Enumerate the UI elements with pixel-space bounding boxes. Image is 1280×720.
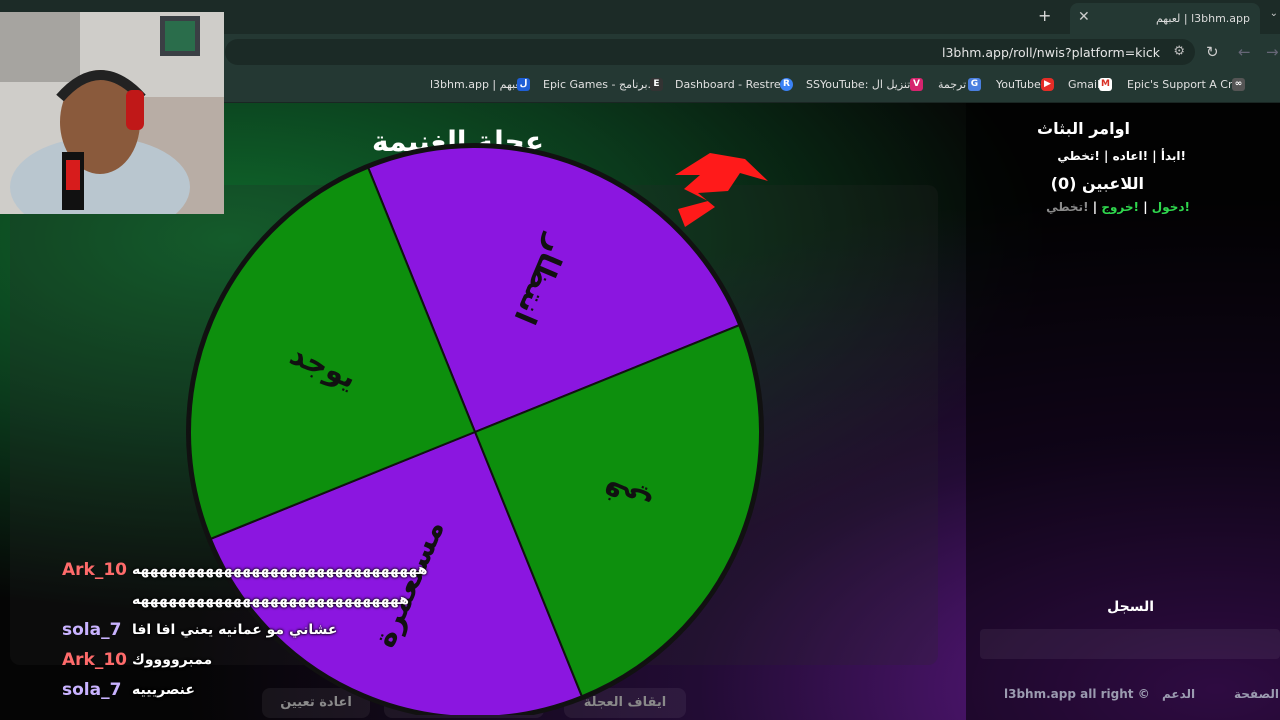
footer-copyright: l3bhm.app all right ©: [1004, 687, 1150, 701]
skip-command: !تخطي: [1046, 200, 1089, 214]
chat-username: sola_7: [62, 680, 122, 700]
players-count: اللاعبين (0): [1050, 174, 1144, 193]
reload-icon[interactable]: ↻: [1206, 43, 1219, 61]
chat-message-text: هههههههههههههههههههههههههههههه: [132, 592, 409, 608]
bookmark-restream[interactable]: Dashboard - Restre...: [675, 78, 791, 91]
close-tab-icon[interactable]: ✕: [1078, 9, 1090, 25]
epic-support-favicon-icon: ∞: [1232, 78, 1245, 91]
epic-favicon-icon: E: [650, 78, 663, 91]
bookmark-ssyoutube[interactable]: SSYouTube: تنزيل ال...: [806, 78, 921, 91]
webcam-overlay: [0, 12, 224, 214]
log-box: [980, 629, 1280, 659]
chat-message-text: ممبرووووك: [132, 652, 213, 668]
log-title: السجل: [1107, 599, 1154, 615]
url-field[interactable]: l3bhm.app/roll/nwis?platform=kick ⚙: [225, 39, 1195, 65]
sidebar-title: اوامر البثاث: [1037, 119, 1130, 138]
chat-username: Ark_10: [62, 560, 128, 580]
footer-support-link[interactable]: الدعم: [1162, 687, 1195, 701]
tab-title: l3bhm.app | لعبهم: [1155, 12, 1250, 25]
player-commands: !دخول | !خروج | !تخطي: [1046, 200, 1190, 214]
ssyoutube-favicon-icon: V: [910, 78, 923, 91]
site-settings-icon[interactable]: ⚙: [1173, 44, 1185, 59]
footer-page-link[interactable]: الصفحة: [1234, 687, 1279, 701]
bookmark-youtube[interactable]: YouTube: [996, 78, 1041, 91]
join-command: !دخول: [1151, 200, 1190, 214]
wheel-pointer-icon: [675, 153, 768, 227]
chat-message-text: عنصريييه: [132, 682, 195, 698]
sidebar: اوامر البثاث !ابدأ | !اعاده | !تخطي اللا…: [966, 103, 1280, 720]
l3bhm-favicon-icon: ل: [517, 78, 530, 91]
url-text[interactable]: l3bhm.app/roll/nwis?platform=kick: [942, 45, 1160, 60]
chat-message-text: هههههههههههههههههههههههههههههههه: [132, 562, 428, 578]
bookmark-epic-support[interactable]: Epic's Support A Cr...: [1127, 78, 1242, 91]
leave-command: !خروج: [1101, 200, 1140, 214]
back-icon[interactable]: ←: [1238, 43, 1251, 61]
chat-message-text: عشاني مو عمانيه يعني افا افا: [132, 622, 338, 638]
chat-username: sola_7: [62, 620, 122, 640]
youtube-favicon-icon: ▶: [1041, 78, 1054, 91]
forward-icon[interactable]: →: [1266, 43, 1279, 61]
bookmark-l3bhm[interactable]: l3bhm.app | لعبهم: [430, 78, 524, 91]
gmail-favicon-icon: M: [1099, 78, 1112, 91]
separator: |: [1143, 200, 1148, 214]
restream-favicon-icon: R: [780, 78, 793, 91]
translate-favicon-icon: G: [968, 78, 981, 91]
separator: |: [1092, 200, 1098, 214]
streamer-commands: !ابدأ | !اعاده | !تخطي: [1057, 149, 1186, 163]
browser-tab[interactable]: ✕ l3bhm.app | لعبهم: [1070, 3, 1260, 34]
bookmark-translate[interactable]: ترجمة: [938, 78, 966, 91]
new-tab-icon[interactable]: +: [1038, 6, 1051, 25]
chat-username: Ark_10: [62, 650, 128, 670]
tab-search-icon[interactable]: ⌄: [1270, 8, 1278, 19]
bookmark-gmail[interactable]: Gmail: [1068, 78, 1100, 91]
bookmark-epic-games[interactable]: Epic Games - برنامج...: [543, 78, 658, 91]
